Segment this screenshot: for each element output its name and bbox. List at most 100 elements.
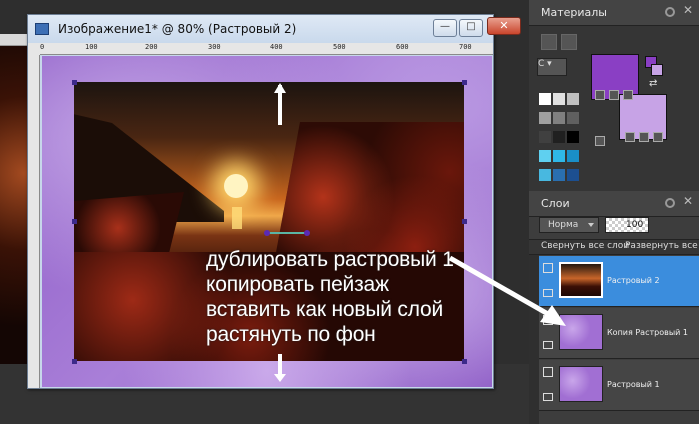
transparent-icon[interactable] bbox=[595, 136, 605, 146]
layers-panel-header[interactable]: Слои ✕ bbox=[529, 191, 699, 217]
background-image bbox=[0, 46, 30, 364]
lock-icon[interactable] bbox=[543, 289, 553, 297]
gear-icon[interactable] bbox=[665, 198, 675, 208]
arrow-up-shaft bbox=[278, 85, 282, 125]
layer-row[interactable]: Растровый 1 bbox=[539, 360, 699, 411]
minimize-button[interactable]: — bbox=[433, 19, 457, 37]
pattern-icon[interactable] bbox=[609, 90, 619, 100]
layer-thumbnail bbox=[559, 262, 603, 298]
palette-swatch[interactable] bbox=[567, 93, 579, 105]
color-mode-dropdown[interactable]: C ▾ bbox=[537, 58, 567, 76]
transform-handle[interactable] bbox=[462, 359, 467, 364]
ruler-mark: 400 bbox=[270, 43, 283, 51]
palette-swatch[interactable] bbox=[567, 169, 579, 181]
materials-panel-header[interactable]: Материалы ✕ bbox=[529, 0, 699, 26]
transform-handle[interactable] bbox=[462, 219, 467, 224]
pivot-handle[interactable] bbox=[264, 230, 270, 236]
document-title-bar[interactable]: Изображение1* @ 80% (Растровый 2) — □ ✕ bbox=[28, 15, 521, 43]
blend-mode-select[interactable]: Норма bbox=[539, 217, 599, 233]
eye-icon[interactable] bbox=[543, 367, 553, 377]
horizontal-ruler[interactable]: 0 100 200 300 400 500 600 700 bbox=[40, 43, 493, 55]
transform-handle[interactable] bbox=[72, 219, 77, 224]
maximize-icon: □ bbox=[466, 21, 476, 32]
right-panels: Материалы ✕ C ▾ ⇄ Слои ✕ Норма 100 Сверн… bbox=[529, 0, 699, 424]
lock-icon[interactable] bbox=[543, 393, 553, 401]
palette-swatch[interactable] bbox=[539, 169, 551, 181]
texture-icon[interactable] bbox=[595, 90, 605, 100]
app-root: Изображение1* @ 80% (Растровый 2) — □ ✕ … bbox=[0, 0, 699, 424]
layer-thumbnail bbox=[559, 366, 603, 402]
palette-swatch[interactable] bbox=[567, 131, 579, 143]
color-mode-label: C bbox=[538, 59, 545, 69]
swatches-tab-icon[interactable] bbox=[541, 34, 557, 50]
palette-swatch[interactable] bbox=[553, 131, 565, 143]
palette-swatch[interactable] bbox=[539, 150, 551, 162]
instruction-line: копировать пейзаж bbox=[206, 273, 389, 296]
layer-thumbnail bbox=[559, 314, 603, 350]
ruler-mark: 300 bbox=[208, 43, 221, 51]
layer-name: Растровый 2 bbox=[607, 276, 660, 285]
ruler-mark: 200 bbox=[145, 43, 158, 51]
ruler-corner bbox=[28, 43, 40, 55]
texture-icon[interactable] bbox=[653, 132, 663, 142]
instruction-line: вставить как новый слой bbox=[206, 298, 444, 321]
document-title: Изображение1* @ 80% (Растровый 2) bbox=[58, 22, 297, 36]
layer-row[interactable]: Копия Растровый 1 bbox=[539, 308, 699, 359]
close-icon[interactable]: ✕ bbox=[683, 3, 693, 17]
opacity-field[interactable]: 100 bbox=[605, 217, 649, 233]
document-window[interactable]: Изображение1* @ 80% (Растровый 2) — □ ✕ … bbox=[27, 14, 521, 389]
close-button[interactable]: ✕ bbox=[487, 17, 521, 35]
layer-actions-bar: Свернуть все слои Развернуть все с bbox=[529, 239, 699, 255]
pattern-icon[interactable] bbox=[639, 132, 649, 142]
palette-swatch[interactable] bbox=[553, 169, 565, 181]
instruction-line: дублировать растровый 1 bbox=[206, 248, 454, 271]
layers-gutter bbox=[529, 255, 539, 424]
background-ruler bbox=[0, 34, 30, 46]
chevron-down-icon bbox=[588, 223, 594, 227]
eye-icon[interactable] bbox=[543, 263, 553, 273]
ruler-mark: 700 bbox=[459, 43, 472, 51]
eye-icon[interactable] bbox=[543, 315, 553, 325]
palette-swatch[interactable] bbox=[567, 112, 579, 124]
close-icon[interactable]: ✕ bbox=[683, 194, 693, 208]
maximize-button[interactable]: □ bbox=[459, 19, 483, 37]
color-palette[interactable] bbox=[538, 92, 580, 187]
ruler-mark: 100 bbox=[85, 43, 98, 51]
vertical-ruler[interactable] bbox=[28, 55, 40, 388]
lock-icon[interactable] bbox=[543, 341, 553, 349]
transparent-icon[interactable] bbox=[623, 90, 633, 100]
layer-name: Растровый 1 bbox=[607, 380, 660, 389]
transform-handle[interactable] bbox=[72, 359, 77, 364]
layers-panel: Норма 100 Свернуть все слои Развернуть в… bbox=[529, 217, 699, 424]
transform-handle[interactable] bbox=[72, 80, 77, 85]
palette-swatch[interactable] bbox=[553, 93, 565, 105]
image-canvas[interactable]: дублировать растровый 1 копировать пейза… bbox=[42, 56, 492, 387]
sun-reflection bbox=[232, 207, 242, 229]
layer-name: Копия Растровый 1 bbox=[607, 328, 688, 337]
palette-swatch[interactable] bbox=[539, 112, 551, 124]
image-window-icon bbox=[35, 23, 49, 35]
transform-handle[interactable] bbox=[462, 80, 467, 85]
collapse-all-layers-button[interactable]: Свернуть все слои bbox=[541, 241, 629, 251]
rotation-handle[interactable] bbox=[304, 230, 310, 236]
expand-all-layers-button[interactable]: Развернуть все с bbox=[625, 241, 699, 251]
ruler-mark: 0 bbox=[40, 43, 45, 51]
mini-background-swatch[interactable] bbox=[651, 64, 663, 76]
palette-swatch[interactable] bbox=[567, 150, 579, 162]
sun-glow bbox=[224, 174, 248, 198]
minimize-icon: — bbox=[440, 21, 450, 32]
close-icon: ✕ bbox=[499, 19, 509, 32]
palette-swatch[interactable] bbox=[539, 93, 551, 105]
palette-swatch[interactable] bbox=[553, 150, 565, 162]
arrow-down-icon bbox=[274, 374, 286, 382]
layer-row[interactable]: Растровый 2 bbox=[539, 256, 699, 307]
palette-swatch[interactable] bbox=[539, 131, 551, 143]
palette-swatch[interactable] bbox=[553, 112, 565, 124]
palette-tab-icon[interactable] bbox=[561, 34, 577, 50]
ruler-mark: 600 bbox=[396, 43, 409, 51]
gear-icon[interactable] bbox=[665, 7, 675, 17]
swap-colors-icon[interactable]: ⇄ bbox=[649, 78, 661, 90]
materials-panel: C ▾ ⇄ bbox=[529, 26, 699, 191]
rotation-line bbox=[268, 232, 308, 234]
gradient-icon[interactable] bbox=[625, 132, 635, 142]
